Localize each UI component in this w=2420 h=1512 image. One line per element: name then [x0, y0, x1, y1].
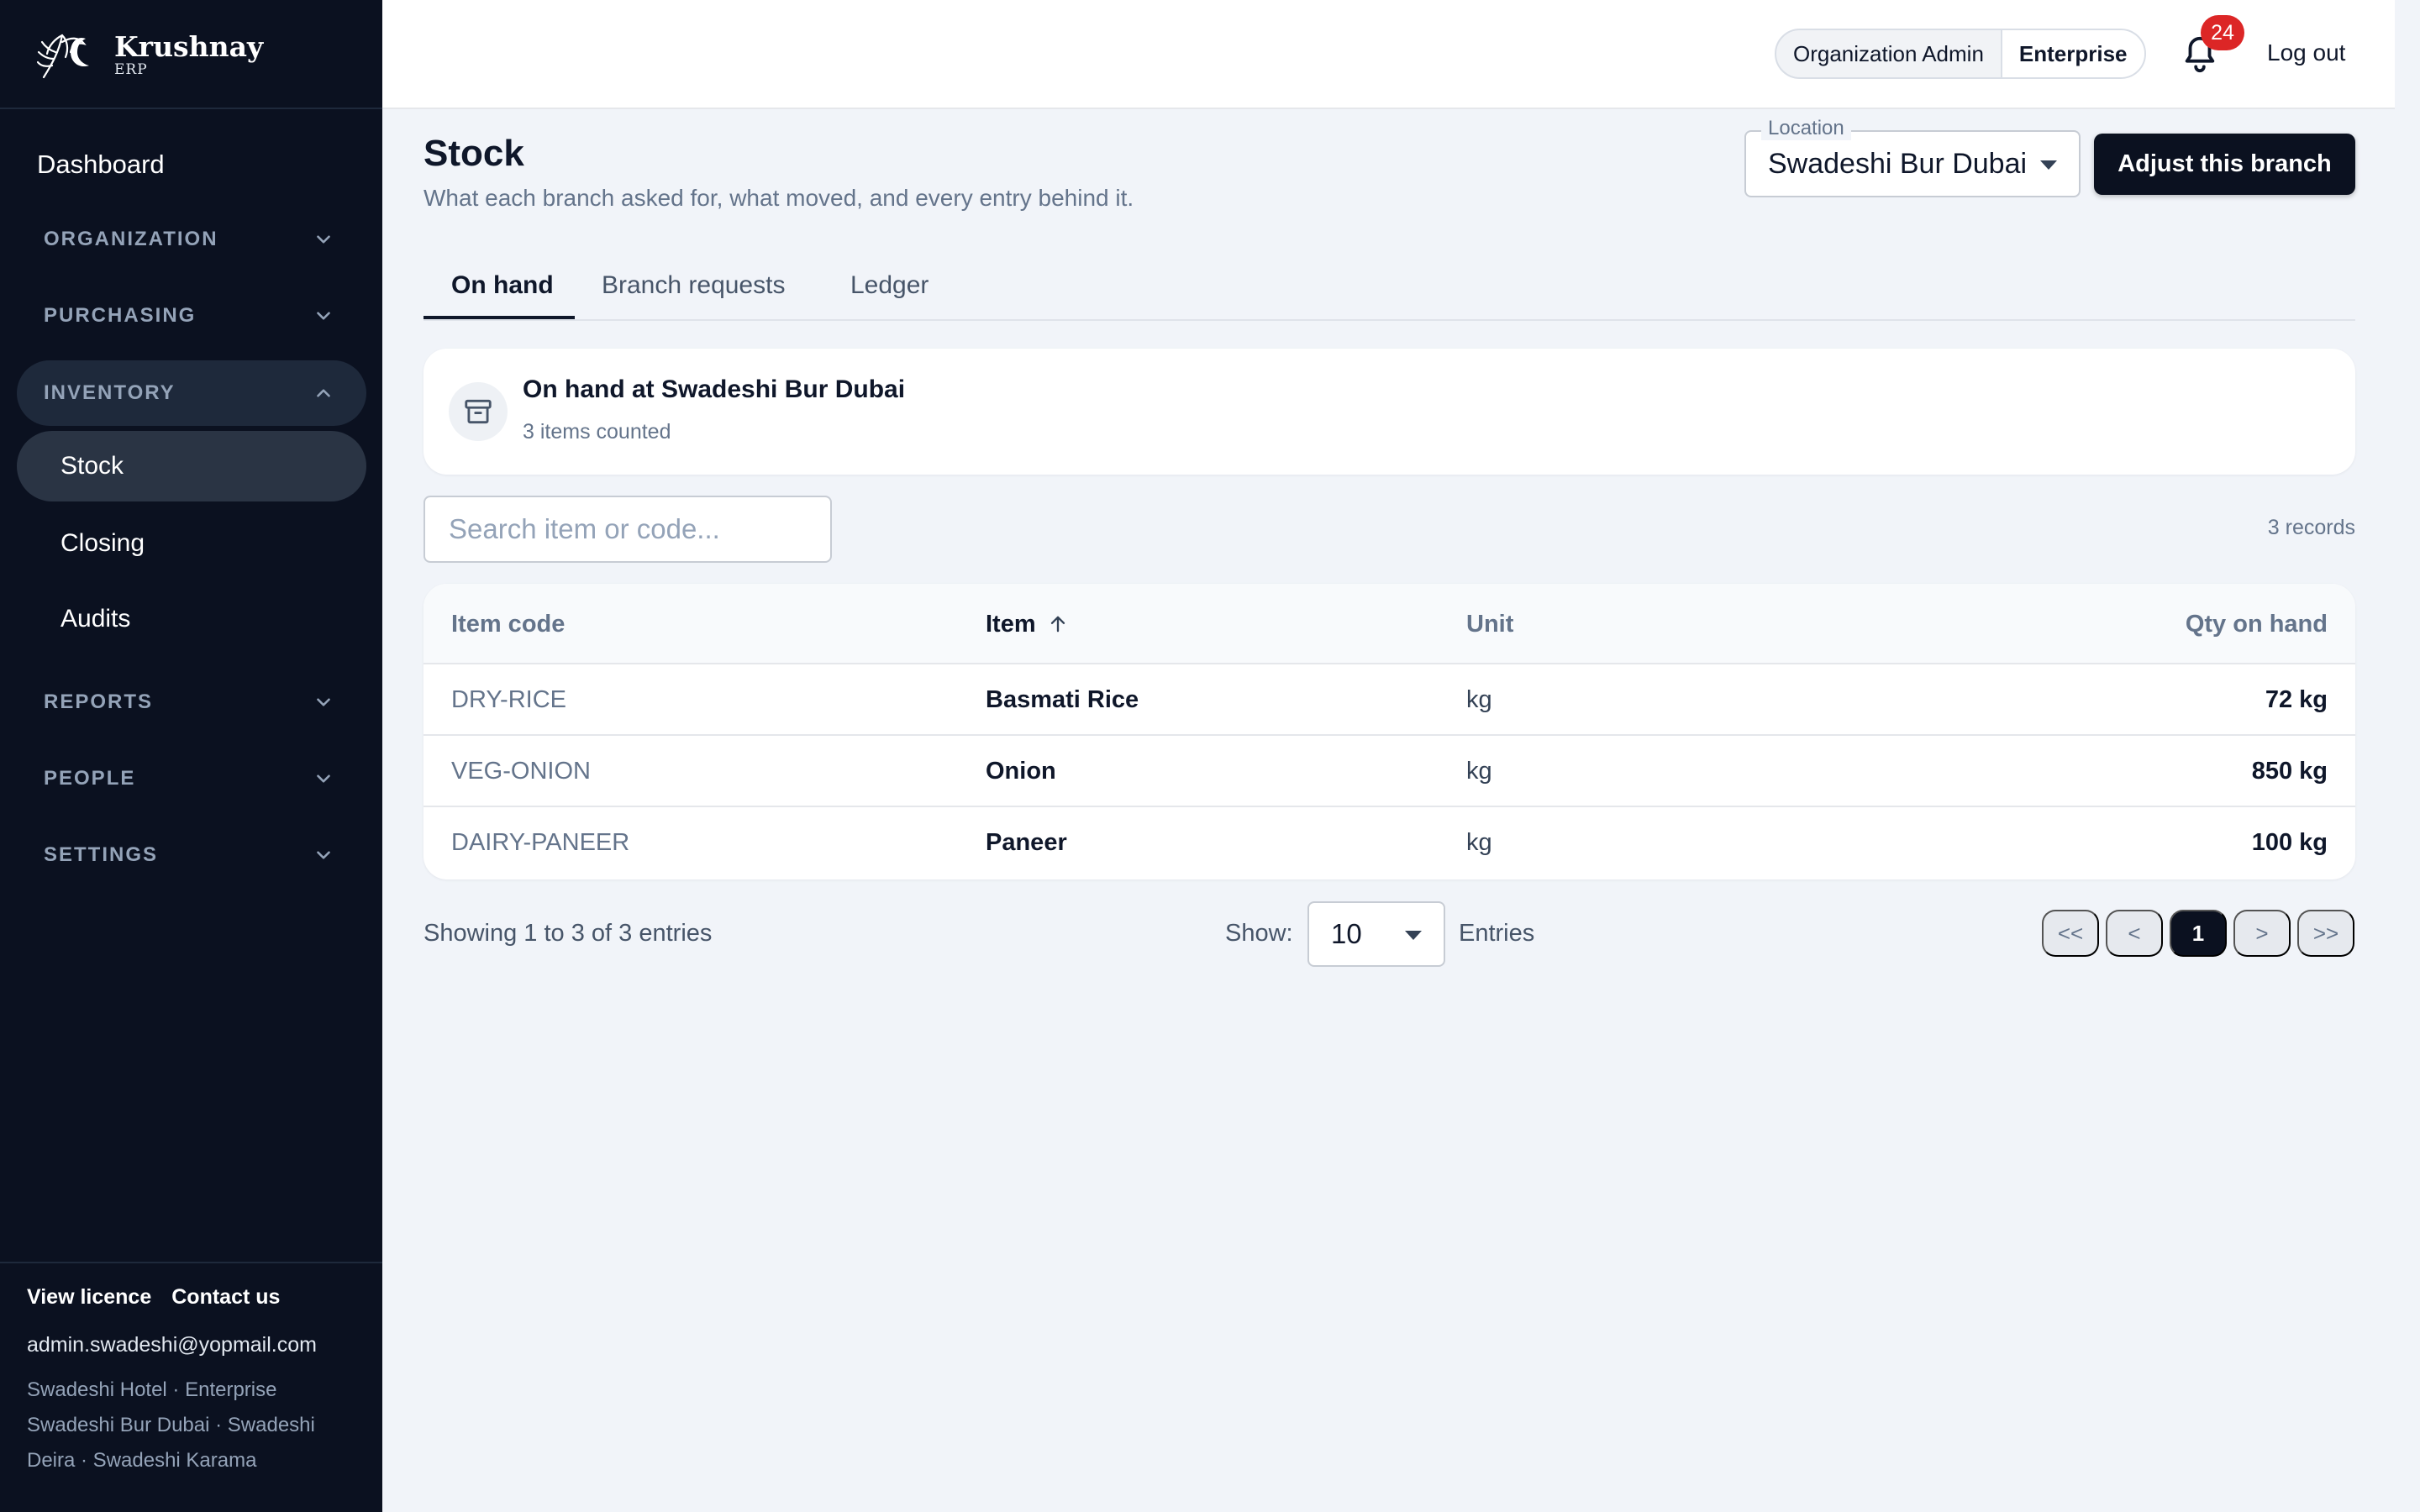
sidebar-group-inventory[interactable]: INVENTORY [17, 360, 366, 426]
sidebar-group-label: PURCHASING [44, 304, 197, 327]
cell-unit: kg [1466, 829, 1492, 856]
table-row[interactable]: DAIRY-PANEER Paneer kg 100 kg [424, 807, 2355, 879]
tab-on-hand[interactable]: On hand [451, 252, 554, 319]
scrollbar-gutter [2395, 0, 2420, 1512]
branches-line: Swadeshi Bur Dubai · Swadeshi [27, 1414, 315, 1436]
archive-box-icon [449, 382, 508, 441]
chevron-up-icon [317, 389, 330, 397]
sidebar-group-label: ORGANIZATION [44, 228, 218, 250]
pagination-summary: Showing 1 to 3 of 3 entries [424, 920, 713, 947]
column-header-item[interactable]: Item [986, 584, 1070, 664]
sidebar-item-closing[interactable]: Closing [17, 508, 366, 579]
cell-item: Paneer [986, 829, 1067, 856]
location-label: Location [1761, 117, 1851, 140]
caret-down-icon [1405, 931, 1422, 940]
page-size-select[interactable]: 10 [1307, 901, 1445, 967]
column-header-item-code[interactable]: Item code [451, 584, 565, 664]
archive-box-icon-glyph [465, 399, 492, 424]
column-header-item-label: Item [986, 610, 1036, 638]
page-1-button[interactable]: 1 [2170, 910, 2227, 957]
chevron-down-icon [317, 312, 330, 320]
page-title: Stock [424, 133, 524, 174]
sidebar-group-label: SETTINGS [44, 843, 159, 866]
page-subtitle: What each branch asked for, what moved, … [424, 185, 1134, 211]
peacock-feather-logo-icon [37, 34, 89, 79]
on-hand-summary-card: On hand at Swadeshi Bur Dubai 3 items co… [424, 349, 2355, 475]
cell-unit: kg [1466, 758, 1492, 785]
sidebar-footer: View licence Contact us admin.swadeshi@y… [27, 1285, 363, 1478]
arrow-up-icon [1050, 616, 1065, 633]
role-label: Organization Admin [1793, 40, 1984, 66]
previous-page-button[interactable]: < [2106, 910, 2163, 957]
chevron-down-icon [317, 235, 330, 244]
table-row[interactable]: DRY-RICE Basmati Rice kg 72 kg [424, 664, 2355, 736]
sidebar-group-label: INVENTORY [44, 381, 176, 404]
pagination-controls: << < 1 > >> [2042, 910, 2354, 957]
cell-qty: 100 kg [2251, 829, 2328, 856]
cell-item-code: DRY-RICE [451, 686, 566, 713]
notification-count-badge[interactable]: 24 [2201, 15, 2244, 50]
table-row[interactable]: VEG-ONION Onion kg 850 kg [424, 736, 2355, 807]
chevron-down-icon [317, 851, 330, 859]
topbar: Organization Admin Enterprise 24 Log out [382, 0, 2395, 109]
sidebar-group-settings[interactable]: SETTINGS [17, 822, 366, 888]
org-info: Swadeshi Hotel · Enterprise Swadeshi Bur… [27, 1373, 363, 1478]
brand-name: Krushnay [114, 29, 264, 63]
sidebar-group-reports[interactable]: REPORTS [17, 669, 366, 735]
summary-subtitle: 3 items counted [523, 420, 671, 444]
branches-line: Deira · Swadeshi Karama [27, 1449, 257, 1472]
sidebar-divider [0, 108, 382, 109]
sidebar-group-people[interactable]: PEOPLE [17, 746, 366, 811]
chevron-down-icon [317, 698, 330, 706]
brand-logo[interactable]: Krushnay ERP [37, 25, 263, 84]
page-size-label: Show: [1225, 920, 1293, 947]
cell-item-code: DAIRY-PANEER [451, 829, 630, 856]
active-tab-indicator [424, 316, 575, 319]
tab-ledger[interactable]: Ledger [850, 252, 929, 319]
role-badge: Organization Admin Enterprise [1775, 29, 2146, 79]
tab-branch-requests[interactable]: Branch requests [602, 252, 785, 319]
summary-title: On hand at Swadeshi Bur Dubai [523, 375, 906, 403]
tab-bar: On hand Branch requests Ledger [424, 252, 2355, 321]
page-size-value: 10 [1331, 918, 1362, 949]
user-email: admin.swadeshi@yopmail.com [27, 1333, 317, 1357]
org-line: Swadeshi Hotel · Enterprise [27, 1378, 277, 1401]
sidebar: Krushnay ERP Dashboard ORGANIZATION PURC… [0, 0, 382, 1512]
view-licence-link[interactable]: View licence [27, 1285, 151, 1310]
cell-item-code: VEG-ONION [451, 758, 591, 785]
tier-label: Enterprise [2000, 30, 2144, 77]
location-value: Swadeshi Bur Dubai [1768, 147, 2028, 180]
cell-qty: 72 kg [2265, 686, 2328, 713]
stock-table: Item code Item Unit Qty on hand DRY-RICE… [424, 584, 2355, 879]
table-header: Item code Item Unit Qty on hand [424, 584, 2355, 664]
column-header-qty[interactable]: Qty on hand [2186, 584, 2328, 664]
next-page-button[interactable]: > [2233, 910, 2291, 957]
cell-unit: kg [1466, 686, 1492, 713]
search-input[interactable] [424, 496, 832, 563]
first-page-button[interactable]: << [2042, 910, 2099, 957]
caret-down-icon [2040, 160, 2057, 170]
location-select[interactable]: Location Swadeshi Bur Dubai [1744, 117, 2081, 197]
last-page-button[interactable]: >> [2297, 910, 2354, 957]
cell-item: Basmati Rice [986, 686, 1139, 713]
sidebar-item-audits[interactable]: Audits [17, 584, 366, 654]
sidebar-footer-divider [0, 1262, 382, 1263]
column-header-unit[interactable]: Unit [1466, 584, 1513, 664]
sidebar-group-label: REPORTS [44, 690, 154, 713]
records-count: 3 records [2267, 516, 2355, 539]
cell-item: Onion [986, 758, 1056, 785]
contact-us-link[interactable]: Contact us [171, 1285, 280, 1310]
sidebar-group-label: PEOPLE [44, 767, 136, 790]
entries-label: Entries [1459, 920, 1535, 947]
chevron-down-icon [317, 774, 330, 783]
brand-subtitle: ERP [114, 60, 148, 78]
adjust-branch-button[interactable]: Adjust this branch [2094, 134, 2355, 195]
sidebar-item-dashboard[interactable]: Dashboard [37, 150, 165, 180]
logout-button[interactable]: Log out [2267, 39, 2345, 66]
sidebar-group-purchasing[interactable]: PURCHASING [17, 283, 366, 349]
sidebar-item-stock[interactable]: Stock [17, 431, 366, 501]
sidebar-group-organization[interactable]: ORGANIZATION [17, 207, 366, 272]
cell-qty: 850 kg [2251, 758, 2328, 785]
